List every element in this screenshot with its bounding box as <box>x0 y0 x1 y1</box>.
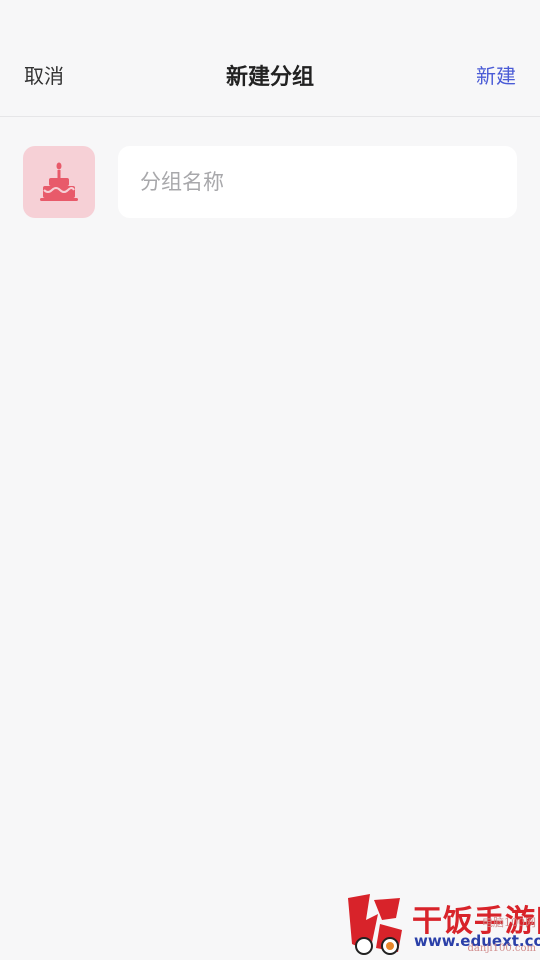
group-name-input[interactable] <box>118 146 517 218</box>
create-button[interactable]: 新建 <box>476 62 516 90</box>
watermark-logo-icon <box>348 894 402 955</box>
watermark-subtitle: 电脑100网 <box>482 916 536 929</box>
cake-icon <box>40 162 78 201</box>
watermark-subtitle-url: danji100.com <box>467 943 536 954</box>
group-icon-picker[interactable] <box>23 146 95 218</box>
page-title: 新建分组 <box>225 65 314 90</box>
navigation-bar: 取消 新建分组 新建 <box>0 0 540 117</box>
watermark: 干饭手游网 www.eduext.com 电脑100网 danji100.com <box>290 880 540 960</box>
